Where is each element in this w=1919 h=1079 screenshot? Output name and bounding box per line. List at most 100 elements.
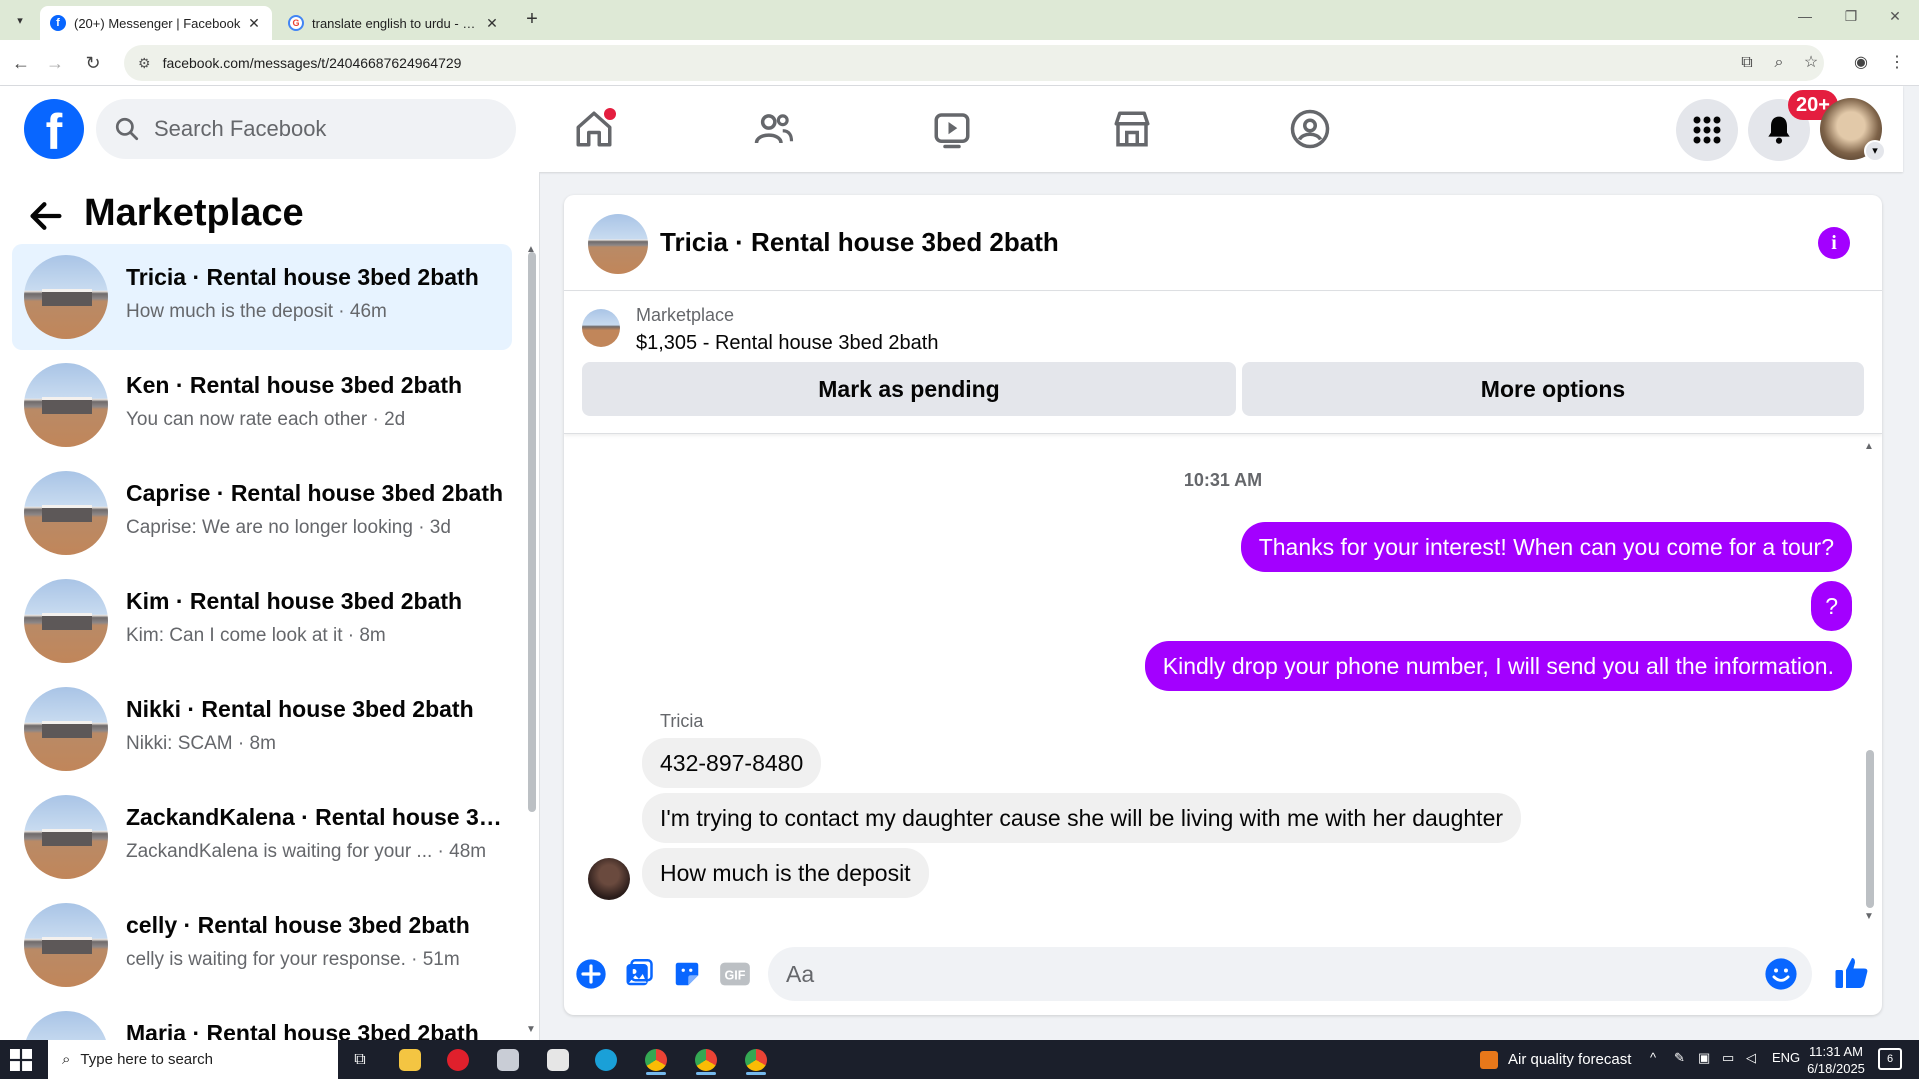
bookmark-star-icon[interactable]: ☆ (1798, 50, 1824, 76)
back-arrow-icon[interactable] (26, 196, 66, 236)
taskbar-app[interactable] (540, 1044, 576, 1075)
profile-icon[interactable]: ◉ (1848, 50, 1874, 76)
message-bubble-outgoing[interactable]: Kindly drop your phone number, I will se… (1144, 641, 1852, 691)
nav-home[interactable] (556, 96, 632, 162)
message-bubble-incoming[interactable]: 432-897-8480 (642, 738, 822, 788)
message-bubble-incoming[interactable]: I'm trying to contact my daughter cause … (642, 793, 1522, 843)
taskbar-opera[interactable] (440, 1044, 476, 1075)
nav-friends[interactable] (736, 96, 812, 162)
conversation-item[interactable]: Nikki · Rental house 3bed 2bath Nikki: SC… (12, 676, 512, 782)
message-bubble-incoming[interactable]: How much is the deposit (642, 848, 929, 898)
install-app-icon[interactable]: ⧉ (1734, 50, 1760, 76)
taskbar-edge[interactable] (588, 1044, 624, 1075)
windows-start-icon[interactable] (10, 1049, 32, 1071)
messages-scrollbar[interactable] (1866, 750, 1874, 908)
menu-grid-button[interactable] (1676, 99, 1738, 161)
taskbar-chrome[interactable] (638, 1044, 674, 1075)
conversation-item[interactable]: Tricia · Rental house 3bed 2bath How much… (12, 244, 512, 350)
network-icon[interactable]: ▭ (1722, 1050, 1734, 1066)
scroll-up-arrow[interactable]: ▲ (1864, 441, 1874, 452)
listing-price-title[interactable]: $1,305 - Rental house 3bed 2bath (636, 332, 938, 355)
attach-photo-button[interactable] (622, 957, 656, 991)
forward-button[interactable]: → (42, 50, 68, 76)
close-tab-icon[interactable]: ✕ (484, 15, 500, 32)
tab-search-dropdown[interactable]: ▾ (8, 8, 32, 32)
nav-groups[interactable] (1272, 96, 1348, 162)
language-indicator[interactable]: ENG (1772, 1050, 1800, 1065)
reload-button[interactable]: ↻ (80, 50, 106, 76)
tab-messenger[interactable]: f (20+) Messenger | Facebook ✕ (40, 6, 272, 40)
volume-icon[interactable]: ◁ (1746, 1050, 1756, 1066)
sender-avatar[interactable] (588, 858, 630, 900)
sticker-button[interactable] (670, 957, 704, 991)
conversation-item[interactable]: ZackandKalena · Rental house 3b... Zackan… (12, 784, 512, 890)
back-button[interactable]: ← (8, 50, 34, 76)
nav-watch[interactable] (914, 96, 990, 162)
message-input[interactable] (784, 959, 1744, 989)
taskbar-chrome[interactable] (738, 1044, 774, 1075)
bell-icon (1768, 116, 1790, 144)
task-view-button[interactable]: ⧉ (342, 1044, 378, 1075)
weather-text: Air quality forecast (1508, 1051, 1632, 1068)
listing-thumbnail[interactable] (582, 309, 620, 347)
watch-icon (934, 113, 970, 149)
message-input-box[interactable] (768, 947, 1812, 1001)
photo-icon (626, 959, 653, 986)
system-clock[interactable]: 11:31 AM 6/18/2025 (1806, 1043, 1866, 1077)
listing-photo[interactable] (588, 214, 648, 274)
clock-date: 6/18/2025 (1807, 1061, 1865, 1076)
search-input[interactable] (152, 115, 482, 143)
message-bubble-outgoing[interactable]: Thanks for your interest! When can you c… (1240, 522, 1852, 572)
address-bar[interactable]: ⚙ facebook.com/messages/t/24046687624964… (124, 45, 1824, 81)
show-hidden-icons[interactable]: ^ (1650, 1050, 1656, 1065)
pen-icon[interactable]: ✎ (1674, 1050, 1685, 1066)
info-icon[interactable]: i (1818, 227, 1850, 259)
message-bubble-outgoing[interactable]: ? (1811, 581, 1852, 631)
chat-title[interactable]: Tricia · Rental house 3bed 2bath (660, 227, 1059, 258)
weather-icon (1480, 1050, 1498, 1069)
gif-button[interactable]: GIF (718, 957, 752, 991)
tab-google-translate[interactable]: G translate english to urdu - Goo ✕ (278, 6, 510, 40)
conversation-avatar (24, 255, 108, 339)
weather-widget[interactable]: Air quality forecast (1480, 1040, 1631, 1079)
sidebar-scrollbar[interactable] (528, 252, 536, 812)
conversation-title: Tricia · Rental house 3bed 2bath (126, 264, 479, 290)
conversation-preview: ZackandKalena is waiting for your ... · … (126, 841, 487, 862)
close-window-button[interactable]: ✕ (1880, 8, 1910, 25)
zoom-icon[interactable]: ⌕ (1766, 50, 1792, 76)
mark-as-pending-button[interactable]: Mark as pending (582, 362, 1236, 416)
chrome-icon (645, 1048, 667, 1071)
emoji-icon[interactable] (1764, 957, 1798, 991)
conversation-item[interactable]: celly · Rental house 3bed 2bath celly is … (12, 892, 512, 998)
marketplace-label: Marketplace (636, 305, 735, 325)
conversation-item[interactable]: Maria · Rental house 3bed 2bath (12, 1000, 512, 1040)
meet-now-icon[interactable]: ▣ (1698, 1050, 1710, 1066)
more-options-button[interactable]: More options (1242, 362, 1864, 416)
taskbar-search[interactable]: ⌕ Type here to search (48, 1040, 338, 1079)
new-tab-button[interactable]: + (520, 8, 544, 32)
restore-button[interactable]: ❐ (1836, 8, 1866, 25)
conversation-title: Ken · Rental house 3bed 2bath (126, 372, 463, 398)
notification-center-icon[interactable]: 6 (1878, 1048, 1902, 1070)
taskbar-chrome[interactable] (688, 1044, 724, 1075)
document-icon (547, 1048, 569, 1071)
scroll-down-arrow[interactable]: ▼ (526, 1024, 536, 1035)
account-avatar[interactable]: ▾ (1820, 98, 1886, 162)
site-info-icon[interactable]: ⚙ (138, 55, 151, 72)
close-tab-icon[interactable]: ✕ (246, 15, 262, 32)
conversation-title: Kim · Rental house 3bed 2bath (126, 588, 463, 614)
taskbar-file-explorer[interactable] (392, 1044, 428, 1075)
facebook-search[interactable] (96, 99, 516, 159)
scroll-down-arrow[interactable]: ▼ (1864, 911, 1874, 922)
chat-panel: Tricia · Rental house 3bed 2bath i Marke… (564, 195, 1882, 1015)
nav-marketplace[interactable] (1094, 96, 1170, 162)
conversation-item[interactable]: Kim · Rental house 3bed 2bath Kim: Can I … (12, 568, 512, 674)
conversation-item[interactable]: Caprise · Rental house 3bed 2bath Caprise… (12, 460, 512, 566)
facebook-logo[interactable]: f (24, 99, 84, 160)
minimize-button[interactable]: — (1790, 8, 1820, 24)
send-like-button[interactable] (1832, 953, 1872, 993)
taskbar-app[interactable] (490, 1044, 526, 1075)
conversation-item[interactable]: Ken · Rental house 3bed 2bath You can now… (12, 352, 512, 458)
more-actions-button[interactable] (574, 957, 608, 991)
menu-icon[interactable]: ⋮ (1884, 50, 1910, 76)
